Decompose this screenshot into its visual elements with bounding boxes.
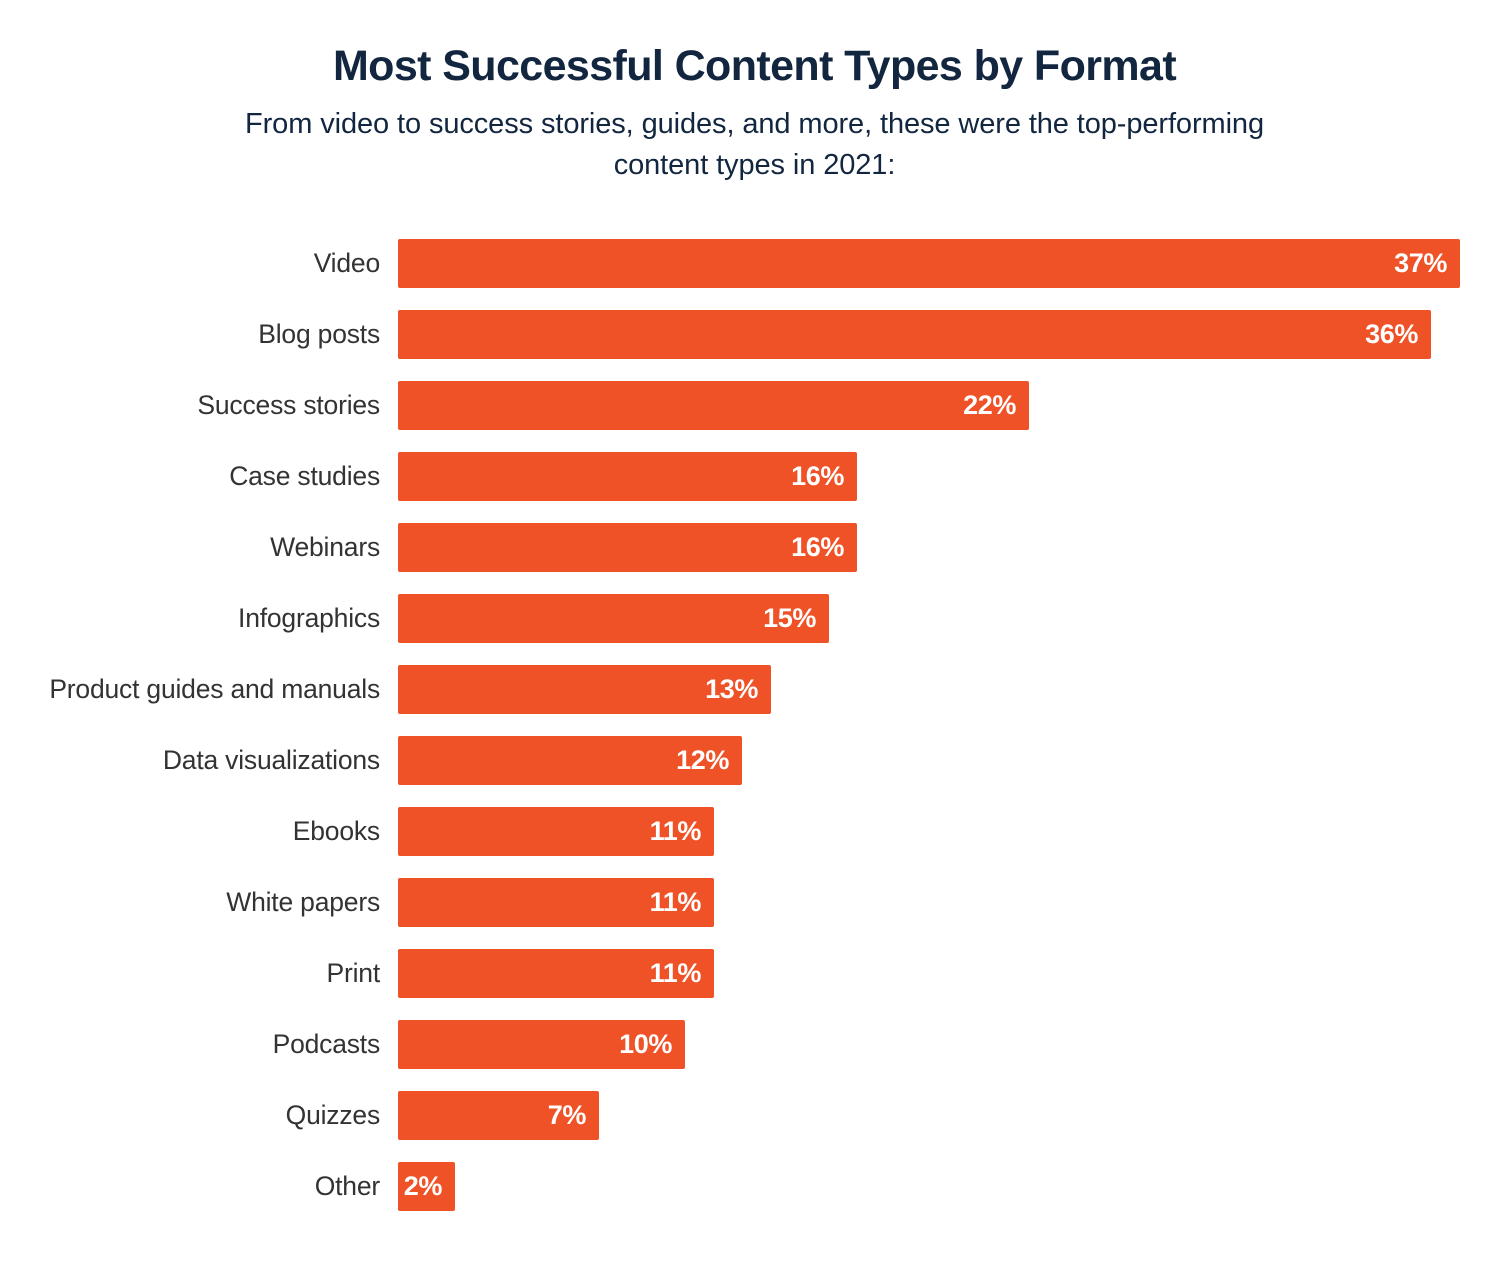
chart-header: Most Successful Content Types by Format … xyxy=(0,0,1509,187)
bar[interactable]: 10% xyxy=(398,1020,685,1069)
bar-category-label: White papers xyxy=(226,887,380,918)
bar-row: Product guides and manuals 13% xyxy=(0,654,1509,725)
bar-category-label: Video xyxy=(313,248,381,279)
bar-row: Quizzes 7% xyxy=(0,1080,1509,1151)
bar-value-label: 11% xyxy=(649,816,702,846)
bar-category-label: Success stories xyxy=(197,390,380,421)
bar-value-label: 22% xyxy=(963,390,1016,420)
bar[interactable]: 7% xyxy=(398,1091,599,1140)
bar-track: 13% xyxy=(398,665,1509,714)
bar-track: 12% xyxy=(398,736,1509,785)
bar-value-label: 11% xyxy=(649,958,702,988)
bar-chart: Video 37% Blog posts 36% Success stories 22% C… xyxy=(0,228,1509,1248)
bar[interactable]: 16% xyxy=(398,452,857,501)
bar-row: Success stories 22% xyxy=(0,370,1509,441)
bar[interactable]: 12% xyxy=(398,736,742,785)
bar-row: Data visualizations 12% xyxy=(0,725,1509,796)
bar-category-label: Podcasts xyxy=(272,1029,381,1060)
bar-track: 10% xyxy=(398,1020,1509,1069)
bar-track: 7% xyxy=(398,1091,1509,1140)
bar-row: Case studies 16% xyxy=(0,441,1509,512)
bar-category-label: Webinars xyxy=(270,532,380,563)
bar-value-label: 36% xyxy=(1365,319,1418,349)
bar-track: 11% xyxy=(398,878,1509,927)
bar[interactable]: 36% xyxy=(398,310,1431,359)
page-title: Most Successful Content Types by Format xyxy=(332,42,1177,90)
infographic-root: Most Successful Content Types by Format … xyxy=(0,0,1509,1262)
bar-value-label: 12% xyxy=(676,745,729,775)
bar[interactable]: 37% xyxy=(398,239,1460,288)
bar-value-label: 11% xyxy=(649,887,702,917)
bar[interactable]: 11% xyxy=(398,807,714,856)
bar[interactable]: 11% xyxy=(398,949,714,998)
bar-row: Blog posts 36% xyxy=(0,299,1509,370)
bar[interactable]: 15% xyxy=(398,594,829,643)
bar-value-label: 37% xyxy=(1394,248,1447,278)
bar-track: 11% xyxy=(398,807,1509,856)
bar-category-label: Infographics xyxy=(238,603,380,634)
bar-track: 22% xyxy=(398,381,1509,430)
bar-category-label: Blog posts xyxy=(258,319,380,350)
bar[interactable]: 13% xyxy=(398,665,771,714)
bar-category-label: Data visualizations xyxy=(162,745,380,776)
bar-value-label: 15% xyxy=(763,603,816,633)
bar-value-label: 16% xyxy=(791,461,844,491)
bar-row: White papers 11% xyxy=(0,867,1509,938)
bar-row: Print 11% xyxy=(0,938,1509,1009)
bar-row: Podcasts 10% xyxy=(0,1009,1509,1080)
bar-category-label: Other xyxy=(314,1171,380,1202)
bar-value-label: 13% xyxy=(705,674,758,704)
bar[interactable]: 2% xyxy=(398,1162,455,1211)
bar-category-label: Quizzes xyxy=(285,1100,381,1131)
bar-track: 15% xyxy=(398,594,1509,643)
bar-track: 11% xyxy=(398,949,1509,998)
bar-category-label: Ebooks xyxy=(292,816,380,847)
bar-category-label: Product guides and manuals xyxy=(49,674,380,705)
bar-value-label: 16% xyxy=(791,532,844,562)
bar-row: Other 2% xyxy=(0,1151,1509,1222)
bar-row: Ebooks 11% xyxy=(0,796,1509,867)
bar-track: 16% xyxy=(398,452,1509,501)
bar-value-label: 2% xyxy=(403,1171,443,1201)
bar-track: 2% xyxy=(398,1162,1509,1211)
bar-row: Video 37% xyxy=(0,228,1509,299)
bar-value-label: 10% xyxy=(619,1029,672,1059)
bar[interactable]: 11% xyxy=(398,878,714,927)
chart-subtitle: From video to success stories, guides, a… xyxy=(245,108,1264,182)
bar-track: 36% xyxy=(398,310,1509,359)
bar[interactable]: 16% xyxy=(398,523,857,572)
bar-track: 37% xyxy=(398,239,1509,288)
bar-category-label: Case studies xyxy=(229,461,380,492)
bar-track: 16% xyxy=(398,523,1509,572)
bar-row: Infographics 15% xyxy=(0,583,1509,654)
bar[interactable]: 22% xyxy=(398,381,1029,430)
bar-category-label: Print xyxy=(326,958,381,989)
bar-value-label: 7% xyxy=(547,1100,587,1130)
bar-row: Webinars 16% xyxy=(0,512,1509,583)
